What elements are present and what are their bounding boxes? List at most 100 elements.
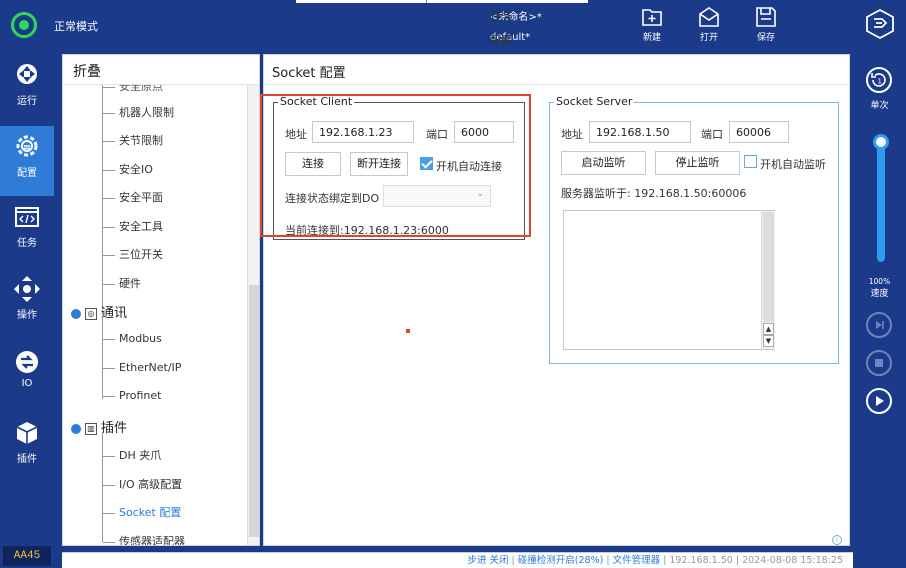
nav-config-label: 配置 [17,168,37,179]
autolisten-checkbox[interactable] [744,155,757,168]
step-next-button[interactable] [866,312,892,338]
single-step-button[interactable]: 1 [866,67,892,93]
version-badge: AA45 [3,546,51,566]
fingerprint-icon: ◎ [85,307,97,320]
server-log-area[interactable]: ▲ ▼ [563,210,775,350]
play-button[interactable] [866,388,892,414]
top-bar: 正常模式 任务 <未命名>* 配置 default* 新建 打开 保存 [0,0,906,50]
config-tree-panel: 折叠 安全原点 机器人限制 关节限制 安全IO 安全平面 安全工具 三位开关 硬… [62,54,260,546]
config-tree: 安全原点 机器人限制 关节限制 安全IO 安全平面 安全工具 三位开关 硬件 ◎… [63,85,247,545]
brand-logo-icon [866,8,894,40]
tree-line-comm [102,317,103,399]
mode-indicator-icon[interactable] [11,12,37,38]
nav-run-label: 运行 [17,96,37,107]
tree-group-comm[interactable]: ◎ 通讯 [71,302,127,321]
step-forward-icon [876,321,884,329]
server-port-input[interactable] [729,121,789,143]
nav-config[interactable]: 配置 [0,126,54,196]
speed-label: 速度 [870,289,889,299]
tree-item-label: 安全IO [119,163,153,176]
server-listening-status: 服务器监听于: 192.168.1.50:60006 [561,187,747,200]
log-scrollbar[interactable]: ▲ ▼ [761,211,775,349]
scroll-down-icon[interactable]: ▼ [763,335,774,347]
open-button[interactable]: 打开 [689,4,729,48]
config-info: 配置 default* [490,32,530,47]
speed-slider-track[interactable] [877,138,885,262]
tree-item-socket-config[interactable]: Socket 配置 [103,504,181,520]
stop-icon [875,359,883,367]
tree-item-robot-limit[interactable]: 机器人限制 [103,104,174,120]
tree-group-plugin[interactable]: ▥ 插件 [71,417,127,436]
save-button[interactable]: 保存 [746,4,786,48]
run-icon [17,64,37,84]
nav-run[interactable]: 运行 [0,56,54,126]
tree-item-dh-gripper[interactable]: DH 夹爪 [103,447,161,463]
tree-item-joint-limit[interactable]: 关节限制 [103,132,163,148]
config-label: 配置 [490,34,512,47]
tree-item-safety-tool[interactable]: 安全工具 [103,218,163,234]
collapse-header[interactable]: 折叠 [63,55,259,85]
tree-item-label: 传感器适配器 [119,535,185,545]
start-listen-button[interactable]: 启动监听 [561,151,646,175]
new-button-label: 新建 [642,33,661,43]
cursor-marker [406,329,410,333]
file-manager-link[interactable]: 文件管理器 [613,555,661,566]
nav-operate[interactable]: 操作 [0,270,54,340]
info-icon[interactable]: i [832,535,842,545]
tree-scrollbar[interactable] [247,85,259,545]
tree-item-modbus[interactable]: Modbus [103,332,162,345]
tree-item-label: EtherNet/IP [119,361,182,374]
new-file-icon [642,9,662,26]
tree-item-label: Profinet [119,389,162,402]
tree-item-label: Socket 配置 [119,506,182,519]
tree-item-label: Modbus [119,332,162,345]
ip-status: 192.168.1.50 [669,555,733,566]
stop-listen-button[interactable]: 停止监听 [655,151,740,175]
tree-item-ethernet-ip[interactable]: EtherNet/IP [103,361,181,374]
single-cycle-icon: 1 [871,73,886,87]
nav-plugin[interactable]: 插件 [0,414,54,484]
task-info: 任务 <未命名>* [490,8,542,23]
page-title: Socket 配置 [264,55,849,85]
save-icon [756,7,776,27]
stop-button[interactable] [866,350,892,376]
server-port-label: 端口 [701,128,723,141]
tree-item-three-position-switch[interactable]: 三位开关 [103,246,163,262]
plugin-cube-icon [16,422,38,444]
new-button[interactable]: 新建 [632,4,672,48]
tree-item-io-advanced[interactable]: I/O 高级配置 [103,476,182,492]
speed-value: 100% [868,277,891,286]
log-scrollbar-thumb[interactable] [763,212,774,322]
tree-item-partial-label: 安全原点 [119,85,163,93]
step-status[interactable]: 步进 关闭 [467,555,508,566]
tree-item-safety-plane[interactable]: 安全平面 [103,189,163,205]
move-arrows-icon [14,276,40,302]
save-button-label: 保存 [756,33,775,43]
nav-task[interactable]: 任务 [0,198,54,268]
tree-item-profinet[interactable]: Profinet [103,389,161,402]
nav-plugin-label: 插件 [17,454,37,465]
speed-slider-knob[interactable] [873,134,889,150]
single-label: 单次 [870,101,889,111]
tree-item-sensor-adapter[interactable]: 传感器适配器 [103,533,185,545]
tree-item-partial[interactable]: 安全原点 [103,85,163,94]
tree-item-label: 关节限制 [119,134,163,147]
tree-group-comm-label: 通讯 [101,306,128,321]
right-bar: 1 单次 100% 速度 [853,50,906,568]
task-label: 任务 [490,10,512,23]
status-bar: 步进 关闭 | 碰撞检测开启(28%) | 文件管理器 | 192.168.1.… [62,552,853,568]
task-strip [296,0,588,3]
scroll-up-icon[interactable]: ▲ [763,323,774,335]
open-mail-icon [699,7,719,27]
gear-icon [16,135,38,157]
tree-item-hardware[interactable]: 硬件 [103,275,141,291]
collision-status[interactable]: 碰撞检测开启(28%) [518,555,604,566]
nav-io[interactable]: IO [0,342,54,412]
plugin-box-icon: ▥ [85,422,97,435]
tree-item-label: 安全工具 [119,220,163,233]
tree-scrollbar-thumb[interactable] [249,285,259,537]
tree-item-label: 硬件 [119,277,141,290]
tree-item-label: 三位开关 [119,248,163,261]
server-address-input[interactable] [589,121,691,143]
tree-item-safety-io[interactable]: 安全IO [103,161,153,177]
